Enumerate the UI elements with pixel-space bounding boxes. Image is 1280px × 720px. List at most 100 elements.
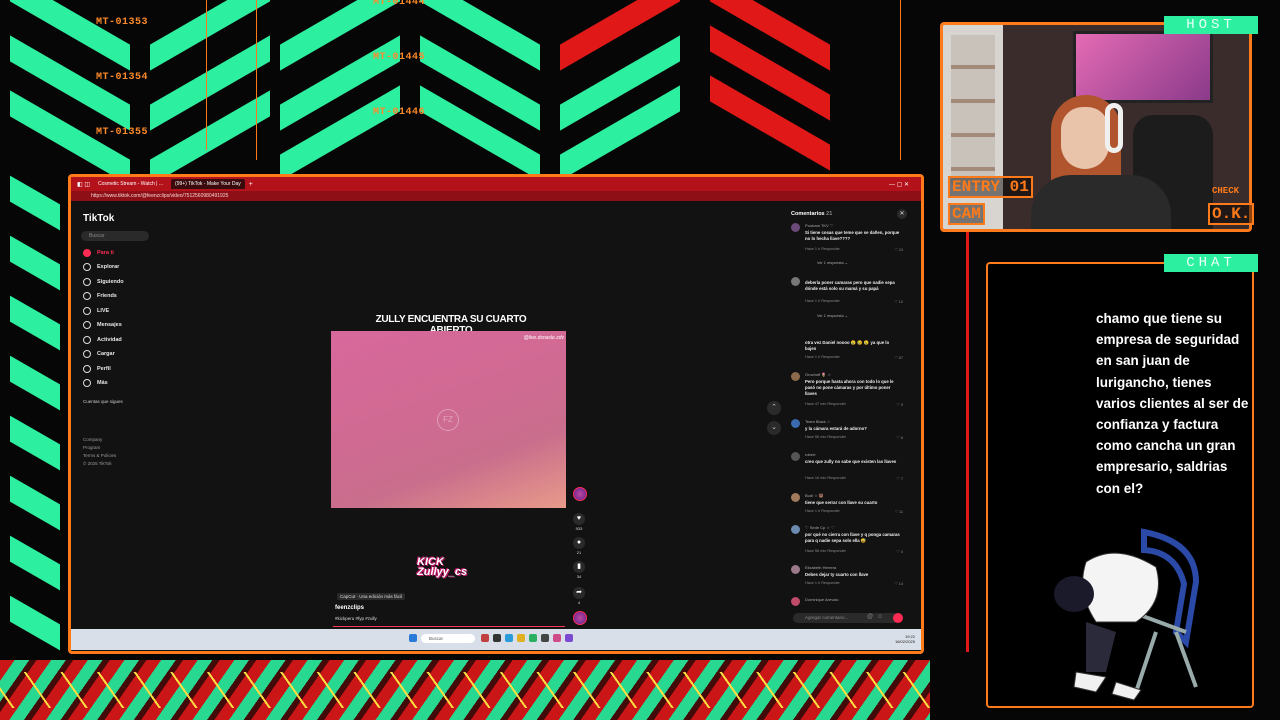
window-close-icon[interactable]: — ▢ ✕ [889,181,909,188]
comments-header: Comentarios 21 [791,211,833,217]
message-icon [83,321,91,329]
avatar [791,565,800,574]
chat-label: CHAT [1164,254,1258,272]
avatar [791,493,800,502]
app-icon[interactable] [565,634,573,642]
host-label: HOST [1164,16,1258,34]
tiktok-logo[interactable]: TikTok [83,213,114,224]
edge-icon[interactable] [505,634,513,642]
check-label: CHECK [1212,186,1240,196]
new-tab-icon[interactable]: + [249,181,253,188]
following-icon [83,278,91,286]
video-username[interactable]: feenzclips [335,605,364,611]
footer-link[interactable]: Program [83,445,100,450]
video-player[interactable]: @live.dsnasle.zdv FZ [331,331,566,508]
nav-mas[interactable]: Más [83,379,108,387]
upload-icon [83,350,91,358]
nav-actividad[interactable]: Actividad [83,336,122,344]
footer-link[interactable]: Company [83,437,102,442]
mention-icon[interactable]: @ [867,614,873,620]
music-disc[interactable] [573,611,587,625]
live-icon [83,307,91,315]
nav-cargar[interactable]: Cargar [83,350,115,358]
view-replies-button[interactable]: Ver 1 respuesta ⌄ [817,260,848,265]
browser-window: ◧ ◫ Cosmetic Stream - Watch | ... (99+) … [68,174,924,654]
footer-link[interactable]: Terms & Policies [83,453,116,458]
nav-siguiendo[interactable]: Siguiendo [83,278,124,286]
bracket-tag: MT-01445 [373,52,426,63]
chat-message: chamo que tiene su empresa de seguridad … [1096,311,1249,496]
share-action[interactable]: ➦ 4 [573,587,585,605]
bracket-tag: MT-01444 [373,0,426,8]
windows-taskbar: Buscar 19:22 16/02/2025 [71,629,921,650]
chevron-down-icon[interactable]: ⌄ [767,421,781,435]
tab-kick[interactable]: Cosmetic Stream - Watch | ... [94,179,167,189]
view-replies-button[interactable]: Ver 1 respuesta ⌄ [817,313,848,318]
friends-icon [83,292,91,300]
taskbar-clock[interactable]: 19:22 16/02/2025 [895,634,915,644]
comments-panel: Comentarios 21 ✕ Poubam TKV ♡ Si tiene c… [787,209,917,629]
stream-overlay: MT-01353 MT-01354 MT-01355 MT-01444 MT-0… [0,0,1280,720]
home-icon [83,249,91,257]
nav-mensajes[interactable]: Mensajes [83,321,122,329]
app-icon[interactable] [481,634,489,642]
avatar [791,223,800,232]
chevron-up-icon[interactable]: ⌃ [767,401,781,415]
window-controls-icon[interactable]: ◧ ◫ [77,181,90,188]
video-hashtags[interactable]: #kickperu #fyp #zully [335,616,377,621]
heart-icon: ♥ [573,513,585,525]
comment-icon: ● [573,537,585,549]
nav-explorar[interactable]: Explorar [83,263,119,271]
video-watermark: @live.dsnasle.zdv [523,335,564,341]
avatar [791,277,800,286]
url-text[interactable]: https://www.tiktok.com/@feenzclips/video… [91,193,228,199]
taskbar-search[interactable]: Buscar [421,634,475,643]
bookmark-icon: ▮ [573,561,585,573]
emoji-icon[interactable]: ☺ [877,614,883,620]
send-icon[interactable] [893,613,903,623]
tab-tiktok[interactable]: (99+) TikTok - Make Your Day [171,179,245,189]
avatar [791,339,800,348]
bracket-tag: MT-01355 [96,127,149,138]
ok-label: O.K. [1208,203,1255,225]
creator-avatar[interactable] [573,487,587,501]
search-input[interactable]: Buscar [81,231,149,241]
nav-perfil[interactable]: Perfil [83,365,111,373]
app-icon[interactable] [553,634,561,642]
avatar [791,372,800,381]
folder-icon[interactable] [517,634,525,642]
webcam-frame [940,22,1252,232]
entry-label: ENTRY 01 [948,176,1033,198]
nav-friends[interactable]: Friends [83,292,117,300]
bottom-decoration-pattern [0,672,930,708]
app-icon[interactable] [493,634,501,642]
start-icon[interactable] [409,634,417,642]
cam-label: CAM [948,203,985,225]
avatar [791,597,800,606]
activity-icon [83,336,91,344]
avatar [791,419,800,428]
fz-logo: FZ [437,409,459,431]
close-icon[interactable]: ✕ [897,209,907,219]
chrome-icon[interactable] [529,634,537,642]
tiktok-page: TikTok Buscar Para ti Explorar Siguiendo… [71,201,921,629]
nav-para-ti[interactable]: Para ti [83,249,114,257]
nav-live[interactable]: LIVE [83,307,109,315]
more-icon [83,379,91,387]
following-title: Cuentas que sigues [83,399,123,404]
profile-icon [83,365,91,373]
address-bar[interactable]: https://www.tiktok.com/@feenzclips/video… [71,191,921,201]
app-icon[interactable] [541,634,549,642]
share-icon: ➦ [573,587,585,599]
bracket-tag: MT-01446 [373,107,426,118]
bracket-tag: MT-01354 [96,72,149,83]
bookmark-action[interactable]: ▮ 34 [573,561,585,579]
comment-action[interactable]: ● 21 [573,537,585,555]
like-action[interactable]: ♥ 933 [573,513,585,531]
avatar [791,452,800,461]
tab-bar: ◧ ◫ Cosmetic Stream - Watch | ... (99+) … [71,177,921,191]
kick-logo: KICK Zullyy_cs [417,556,468,578]
capcut-tag[interactable]: CapCut · Una edición más fácil [337,593,406,600]
bracket-tag: MT-01353 [96,17,149,28]
video-progress[interactable] [333,626,565,627]
